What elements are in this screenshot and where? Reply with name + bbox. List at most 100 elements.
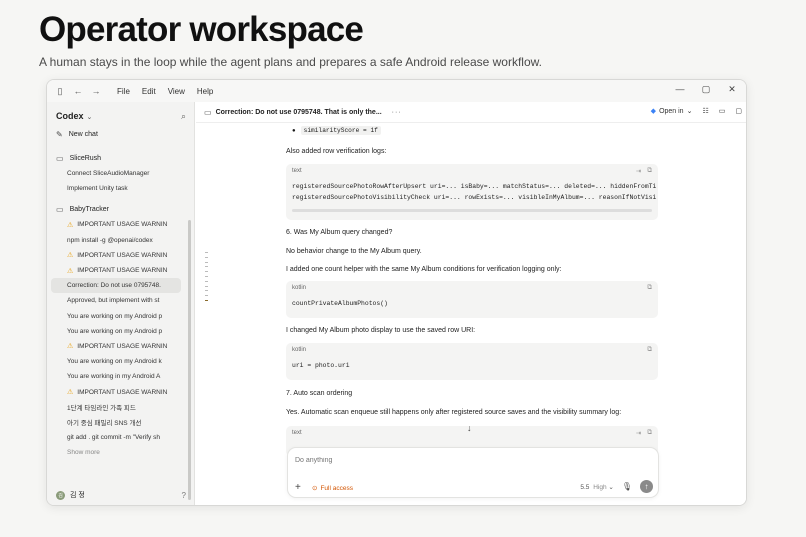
folder-icon: ▭ (56, 205, 64, 215)
workspace-switcher[interactable]: Codex ⌄ (56, 111, 92, 121)
copy-icon[interactable]: ⧉ (647, 167, 652, 175)
panel-icon[interactable]: ▭ (719, 107, 726, 115)
thread-item[interactable]: ⚠ IMPORTANT USAGE WARNIN (47, 263, 171, 278)
new-chat-label: New chat (68, 131, 98, 138)
message-text: Yes. Automatic scan enqueue still happen… (286, 409, 622, 416)
thread-label: IMPORTANT USAGE WARNIN (77, 267, 168, 275)
sidebar-toggle-icon[interactable]: ▯ (53, 84, 67, 98)
open-in-label: Open in (659, 107, 684, 115)
warning-icon: ⚠ (67, 221, 74, 229)
message-text: Also added row verification logs: (286, 148, 387, 155)
microphone-icon[interactable]: 🎙 (622, 482, 632, 491)
project-name: BabyTracker (69, 206, 109, 214)
thread-item[interactable]: Correction: Do not use 0795748. (51, 278, 181, 294)
list-item: ● similarityScore = 1f (286, 126, 381, 135)
warning-icon: ⚠ (67, 252, 74, 260)
code-language: text (292, 168, 302, 174)
project-folder-slicerush[interactable]: ▭ SliceRush (47, 151, 194, 166)
thread-item[interactable]: You are working on my Android p (47, 324, 171, 339)
menu-file[interactable]: File (117, 87, 130, 96)
thread-label: You are working in my Android A (67, 373, 161, 381)
code-line: countPrivateAlbumPhotos() (292, 300, 388, 307)
thread-label: git add . git commit -m "Verify sh (67, 434, 160, 442)
user-profile[interactable]: 김 김 정 ? (56, 490, 186, 500)
thread-item[interactable]: Implement Unity task (47, 181, 171, 196)
wrap-icon[interactable]: ⇥ (636, 429, 641, 437)
thread-label: Connect SliceAudioManager (67, 170, 150, 178)
message-text: No behavior change to the My Album query… (286, 248, 422, 255)
copy-icon[interactable]: ⧉ (647, 284, 652, 292)
menu-help[interactable]: Help (197, 87, 213, 96)
thread-item[interactable]: ⚠ IMPORTANT USAGE WARNIN (47, 339, 171, 354)
code-language: kotlin (292, 285, 307, 291)
thread-item[interactable]: npm install -g @openai/codex (47, 233, 171, 248)
scroll-minimap[interactable] (205, 252, 209, 305)
sidebar-scrollbar[interactable] (188, 220, 191, 500)
code-block: kotlin ⧉ countPrivateAlbumPhotos() (286, 281, 658, 318)
menu-view[interactable]: View (168, 87, 185, 96)
code-language: text (292, 430, 302, 436)
new-chat-button[interactable]: ✎ New chat (47, 127, 194, 142)
conversation-header: ▭ Correction: Do not use 0795748. That i… (196, 102, 746, 123)
hero-subtitle: A human stays in the loop while the agen… (39, 55, 542, 69)
chevron-down-icon: ⌄ (686, 108, 693, 115)
chevron-down-icon: ⌄ (86, 114, 93, 121)
warning-icon: ⚠ (67, 343, 74, 351)
thread-item[interactable]: ⚠ IMPORTANT USAGE WARNIN (47, 217, 171, 232)
access-mode-button[interactable]: ⊙ Full access (312, 484, 353, 493)
folder-icon: ▭ (56, 154, 64, 163)
message-text: I changed My Album photo display to use … (286, 327, 476, 334)
menu-edit[interactable]: Edit (142, 87, 156, 96)
diff-icon[interactable]: ☷ (702, 107, 708, 115)
minimize-icon[interactable]: — (674, 84, 686, 95)
prompt-input[interactable] (295, 457, 595, 464)
open-in-button[interactable]: ◆ Open in ⌄ (650, 107, 693, 116)
window-icon[interactable]: ▢ (735, 107, 742, 115)
section-heading: 6. Was My Album query changed? (286, 229, 393, 236)
thread-item[interactable]: ⚠ IMPORTANT USAGE WARNIN (47, 384, 171, 399)
thread-label: Approved, but implement with st (67, 297, 160, 305)
wrap-icon[interactable]: ⇥ (636, 167, 641, 175)
thread-label: 아기 중심 패밀리 SNS 개선 (67, 420, 142, 428)
thread-item[interactable]: 아기 중심 패밀리 SNS 개선 (47, 415, 171, 430)
copy-icon[interactable]: ⧉ (647, 429, 652, 437)
chat-icon: ▭ (204, 107, 212, 117)
thread-item[interactable]: Approved, but implement with st (47, 293, 171, 308)
thread-label: Correction: Do not use 0795748. (67, 282, 161, 290)
add-attachment-icon[interactable]: + (295, 482, 301, 493)
thread-label: You are working on my Android p (67, 312, 163, 320)
thread-item[interactable]: Connect SliceAudioManager (47, 166, 171, 181)
thread-label: npm install -g @openai/codex (67, 236, 153, 244)
thread-item[interactable]: You are working on my Android p (47, 309, 171, 324)
search-icon[interactable]: ⌕ (181, 111, 186, 122)
maximize-icon[interactable]: ▢ (700, 84, 712, 95)
project-folder-babytracker[interactable]: ▭ BabyTracker (47, 202, 194, 217)
close-icon[interactable]: ✕ (726, 84, 738, 95)
thread-item[interactable]: You are working on my Android k (47, 354, 171, 369)
code-scrollbar[interactable] (292, 209, 652, 212)
warning-icon: ⚠ (67, 389, 74, 397)
message-text: I added one count helper with the same M… (286, 266, 562, 273)
help-icon[interactable]: ? (182, 491, 186, 500)
conversation-title: Correction: Do not use 0795748. That is … (215, 108, 382, 116)
section-heading: 7. Auto scan ordering (286, 390, 353, 397)
back-arrow-icon[interactable]: ← (71, 84, 85, 98)
thread-item[interactable]: git add . git commit -m "Verify sh (47, 430, 171, 445)
code-line: uri = photo.uri (292, 362, 350, 369)
copy-icon[interactable]: ⧉ (647, 346, 652, 354)
more-options-icon[interactable]: ··· (392, 109, 402, 116)
app-logo-icon: ◆ (650, 108, 657, 115)
avatar: 김 (56, 490, 65, 500)
send-button[interactable]: ↑ (640, 480, 653, 493)
user-name: 김 정 (70, 492, 85, 499)
scroll-down-arrow-icon[interactable]: ↓ (467, 423, 472, 433)
forward-arrow-icon[interactable]: → (89, 84, 103, 98)
inline-code: similarityScore = 1f (300, 126, 381, 135)
show-more-link[interactable]: Show more (47, 445, 171, 460)
hero-title: Operator workspace (39, 10, 364, 49)
thread-item[interactable]: 1단계 타임라인 가족 피드 (47, 400, 171, 415)
titlebar: ▯ ← → File Edit View Help — ▢ ✕ (47, 80, 746, 102)
thread-item[interactable]: ⚠ IMPORTANT USAGE WARNIN (47, 248, 171, 263)
model-selector[interactable]: 5.5 High ⌄ (580, 483, 614, 491)
thread-item[interactable]: You are working in my Android A (47, 369, 171, 384)
